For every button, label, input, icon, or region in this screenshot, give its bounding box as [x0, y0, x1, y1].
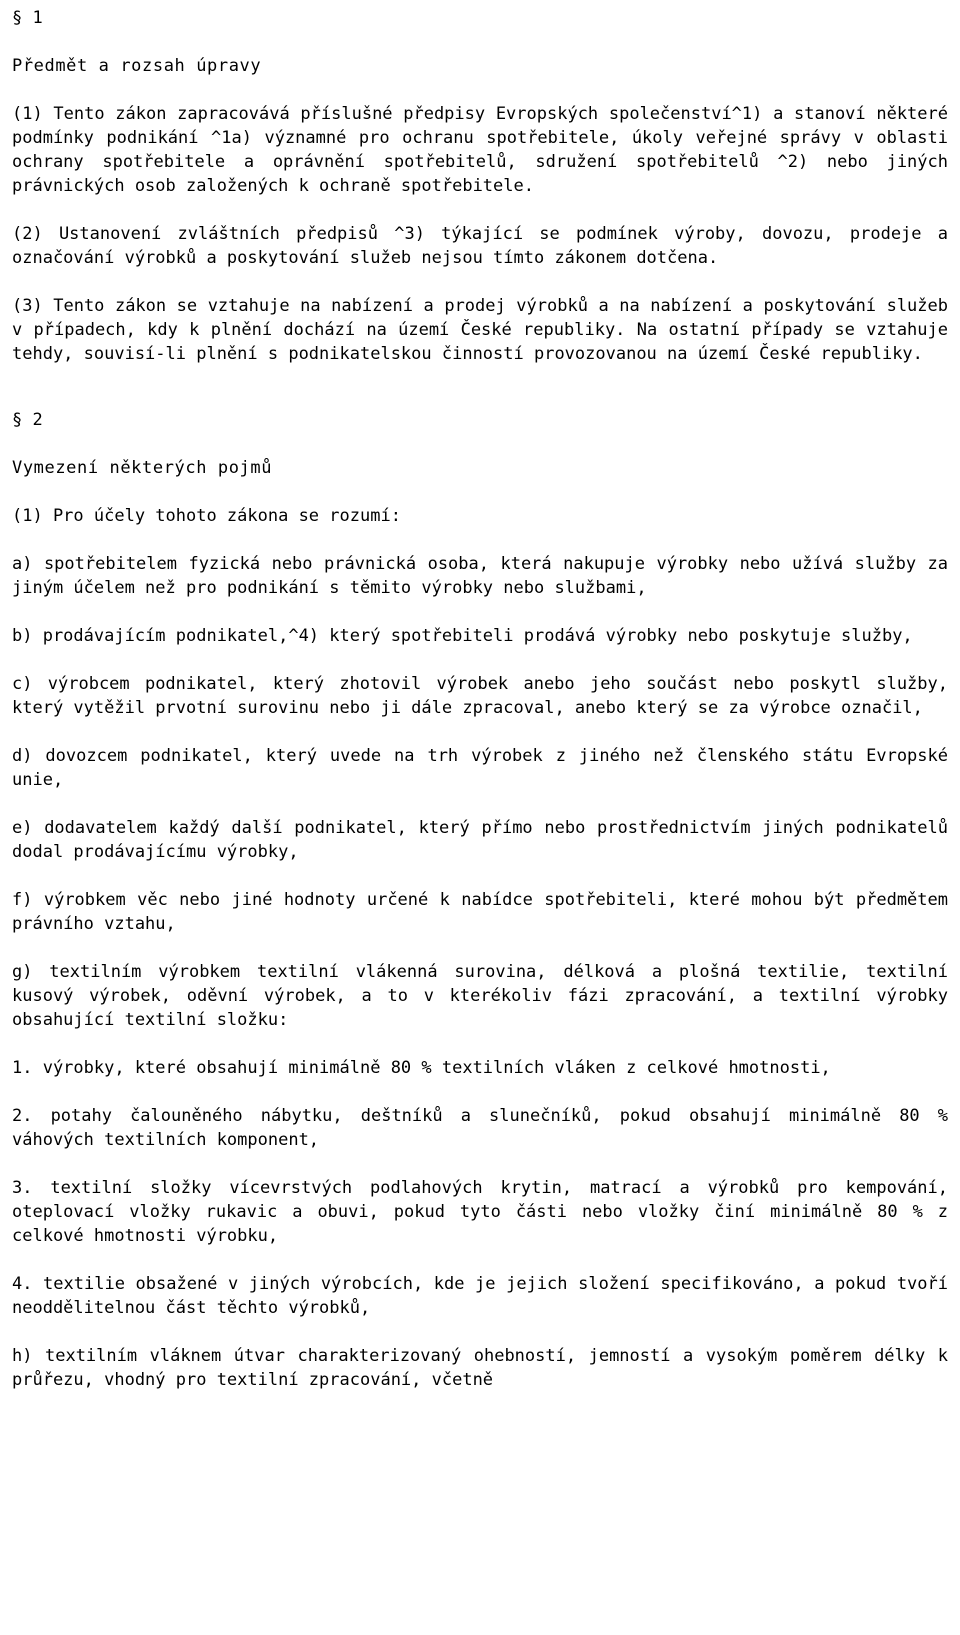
list-item-a: a) spotřebitelem fyzická nebo právnická …	[12, 554, 948, 598]
list-item-b: b) prodávajícím podnikatel,^4) který spo…	[12, 626, 913, 646]
sublist-item-2: 2. potahy čalouněného nábytku, deštníků …	[12, 1106, 948, 1150]
paragraph-1-1: (1) Tento zákon zapracovává příslušné př…	[12, 104, 948, 196]
list-item-g: g) textilním výrobkem textilní vlákenná …	[12, 962, 948, 1030]
section-mark-2: § 2	[12, 410, 43, 430]
sublist-item-4: 4. textilie obsažené v jiných výrobcích,…	[12, 1274, 948, 1318]
list-item-d: d) dovozcem podnikatel, který uvede na t…	[12, 746, 948, 790]
section-title-1: Předmět a rozsah úpravy	[12, 56, 262, 76]
list-item-f: f) výrobkem věc nebo jiné hodnoty určené…	[12, 890, 948, 934]
document-page: § 1 Předmět a rozsah úpravy (1) Tento zá…	[0, 0, 960, 1392]
section-title-2: Vymezení některých pojmů	[12, 458, 273, 478]
sublist-item-3: 3. textilní složky vícevrstvých podlahov…	[12, 1178, 948, 1246]
document-body: § 1 Předmět a rozsah úpravy (1) Tento zá…	[12, 6, 948, 1392]
list-item-h: h) textilním vláknem útvar charakterizov…	[12, 1346, 948, 1390]
list-item-e: e) dodavatelem každý další podnikatel, k…	[12, 818, 948, 862]
sublist-item-1: 1. výrobky, které obsahují minimálně 80 …	[12, 1058, 831, 1078]
paragraph-2-intro: (1) Pro účely tohoto zákona se rozumí:	[12, 506, 401, 526]
paragraph-1-3: (3) Tento zákon se vztahuje na nabízení …	[12, 296, 948, 364]
section-mark-1: § 1	[12, 8, 43, 28]
paragraph-1-2: (2) Ustanovení zvláštních předpisů ^3) t…	[12, 224, 948, 268]
list-item-c: c) výrobcem podnikatel, který zhotovil v…	[12, 674, 948, 718]
